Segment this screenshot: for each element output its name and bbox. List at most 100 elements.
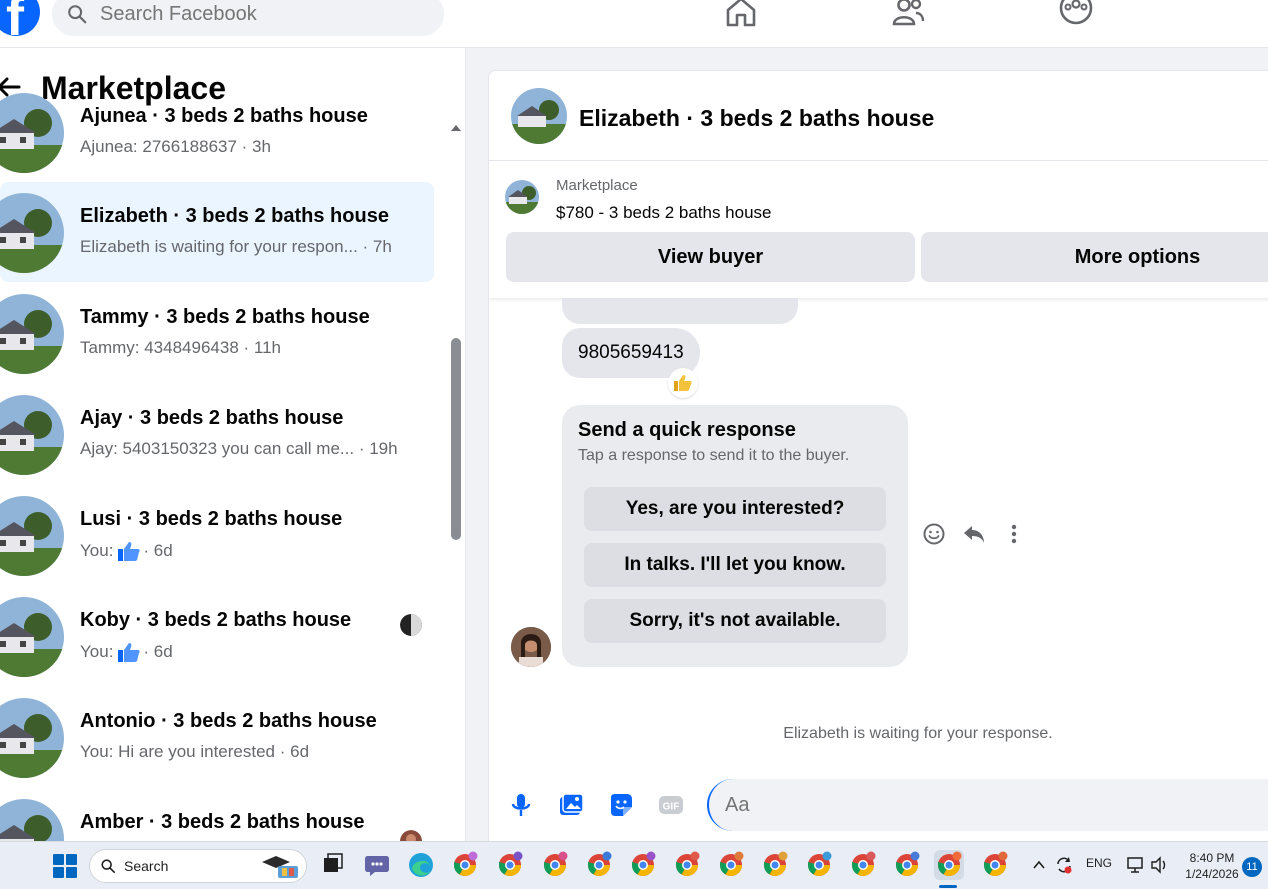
chrome-profile-icon[interactable] [892,850,922,880]
quick-response-in-talks-button[interactable]: In talks. I'll let you know. [584,543,886,587]
taskbar-search-label: Search [124,858,169,874]
listing-thumbnail [0,193,64,273]
marketplace-inbox-panel: Marketplace Ajunea · 3 beds 2 baths hous… [0,48,466,841]
home-icon[interactable] [723,0,759,30]
more-options-button[interactable]: More options [921,232,1268,282]
conversation-item-antonio[interactable]: Antonio · 3 beds 2 baths house You: Hi a… [0,687,434,787]
scrollbar-thumb[interactable] [451,338,461,540]
conversation-name: Ajunea · 3 beds 2 baths house [80,105,368,127]
chrome-profile-icon[interactable] [672,850,702,880]
conversation-item-koby[interactable]: Koby · 3 beds 2 baths house You: · 6d [0,586,434,686]
thumbs-up-reaction-icon[interactable] [668,368,698,398]
chrome-profile-icon[interactable] [848,850,878,880]
listing-category: Marketplace [556,177,638,194]
system-clock[interactable]: 8:40 PM 1/24/2026 [1182,850,1242,882]
reply-icon[interactable] [961,521,987,547]
view-buyer-button[interactable]: View buyer [506,232,915,282]
sender-avatar[interactable] [511,627,551,667]
quick-response-title: Send a quick response [578,419,796,441]
conversation-preview: Ajunea: 2766188637 · 3h [80,137,271,156]
photo-icon[interactable] [557,791,585,819]
conversation-name: Lusi · 3 beds 2 baths house [80,508,343,530]
listing-avatar[interactable] [511,88,567,144]
task-view-icon[interactable] [318,850,348,880]
search-icon [101,859,116,874]
network-icon[interactable] [1126,856,1146,874]
chrome-profile-icon[interactable] [716,850,746,880]
search-bar[interactable] [52,0,444,36]
facebook-logo-icon[interactable]: f [0,0,40,36]
listing-thumbnail [0,395,64,475]
previous-message-bubble [562,298,798,324]
chrome-active-profile-icon[interactable] [934,850,964,880]
quick-response-not-available-button[interactable]: Sorry, it's not available. [584,599,886,643]
volume-icon[interactable] [1150,856,1170,874]
thumbs-up-icon [118,542,141,561]
listing-thumbnail [0,799,64,841]
waiting-response-note: Elizabeth is waiting for your response. [783,725,1053,742]
conversation-scrollbar[interactable] [448,120,464,840]
listing-thumbnail [0,496,64,576]
conversation-preview: You: · 6d [80,541,173,561]
quick-response-interested-button[interactable]: Yes, are you interested? [584,487,886,531]
conversation-item-tammy[interactable]: Tammy · 3 beds 2 baths house Tammy: 4348… [0,283,434,383]
chat-header: Elizabeth · 3 beds 2 baths house [489,71,1268,161]
conversation-name: Ajay · 3 beds 2 baths house [80,407,344,429]
conversation-item-ajunea[interactable]: Ajunea · 3 beds 2 baths house Ajunea: 27… [0,82,434,182]
conversation-item-ajay[interactable]: Ajay · 3 beds 2 baths house Ajay: 540315… [0,384,434,484]
chrome-profile-icon[interactable] [540,850,570,880]
conversation-name: Antonio · 3 beds 2 baths house [80,710,377,732]
chrome-profile-icon[interactable] [495,850,525,880]
teams-chat-icon[interactable] [362,850,392,880]
graduation-widget-icon[interactable] [258,852,302,880]
chrome-profile-icon[interactable] [980,850,1010,880]
conversation-name: Amber · 3 beds 2 baths house [80,811,365,833]
listing-title[interactable]: $780 - 3 beds 2 baths house [556,203,772,223]
taskbar-search[interactable]: Search [89,849,307,883]
seen-avatar [400,614,422,636]
quick-response-subtitle: Tap a response to send it to the buyer. [578,447,850,464]
quick-response-card: Send a quick response Tap a response to … [562,405,908,667]
chevron-up-icon[interactable] [1032,859,1046,871]
emoji-react-icon[interactable] [921,521,947,547]
chrome-profile-icon[interactable] [450,850,480,880]
listing-info-bar: Marketplace $780 - 3 beds 2 baths house … [489,162,1268,298]
search-input[interactable] [100,2,400,26]
seen-avatar [400,830,422,841]
conversation-preview: Ajay: 5403150323 you can call me... · 19… [80,439,398,458]
search-icon [68,5,87,24]
conversation-preview: Elizabeth is waiting for your respon... … [80,237,392,256]
message-composer: GIF [489,771,1268,849]
chat-title: Elizabeth · 3 beds 2 baths house [579,105,935,131]
microphone-icon[interactable] [507,791,535,819]
windows-start-icon[interactable] [53,854,77,878]
edge-browser-icon[interactable] [406,850,436,880]
language-indicator[interactable]: ENG [1086,856,1112,870]
gif-icon[interactable]: GIF [657,791,685,819]
sticker-icon[interactable] [607,791,635,819]
conversation-item-amber[interactable]: Amber · 3 beds 2 baths house [0,788,434,841]
chrome-profile-icon[interactable] [584,850,614,880]
conversation-name: Koby · 3 beds 2 baths house [80,609,352,631]
groups-icon[interactable] [1058,0,1094,30]
chrome-profile-icon[interactable] [760,850,790,880]
conversation-area: Elizabeth · 3 beds 2 baths house Marketp… [466,48,1268,850]
conversation-item-lusi[interactable]: Lusi · 3 beds 2 baths house You: · 6d [0,485,434,585]
listing-thumbnail [0,698,64,778]
thumbs-up-icon [118,643,141,662]
listing-thumbnail [0,93,64,173]
sync-icon[interactable] [1054,855,1074,875]
chrome-profile-icon[interactable] [628,850,658,880]
message-input[interactable] [707,779,1268,831]
notification-badge[interactable]: 11 [1242,857,1262,877]
more-vertical-icon[interactable] [1001,521,1027,547]
chrome-profile-icon[interactable] [804,850,834,880]
conversation-name: Tammy · 3 beds 2 baths house [80,306,370,328]
active-app-indicator [939,885,957,888]
conversation-preview: You: · 6d [80,642,173,662]
friends-icon[interactable] [890,0,926,30]
conversation-name: Elizabeth · 3 beds 2 baths house [80,205,389,227]
scroll-up-arrow-icon[interactable] [448,120,464,134]
conversation-item-elizabeth[interactable]: Elizabeth · 3 beds 2 baths house Elizabe… [0,182,434,282]
listing-thumbnail [0,597,64,677]
